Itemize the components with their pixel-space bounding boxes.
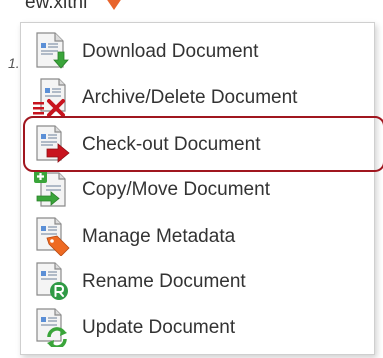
menu-item-label: Archive/Delete Document	[82, 87, 298, 108]
menu-item-check-out-document[interactable]: Check-out Document	[21, 121, 374, 167]
rename-document-icon	[36, 262, 68, 300]
update-document-icon	[36, 308, 67, 347]
download-document-icon	[36, 32, 69, 69]
screen: ew.xithi 1. Download Document Archive/De…	[0, 0, 383, 358]
archive-delete-document-icon	[33, 78, 66, 117]
dropdown-trigger-icon[interactable]	[97, 0, 131, 12]
document-actions-menu: Download Document Archive/Delete Documen…	[20, 22, 383, 355]
menu-item-label: Check-out Document	[82, 134, 261, 155]
menu-item-archive-delete-document[interactable]: Archive/Delete Document	[21, 74, 374, 120]
manage-metadata-icon	[36, 217, 70, 256]
menu-item-update-document[interactable]: Update Document	[21, 304, 374, 350]
menu-item-manage-metadata[interactable]: Manage Metadata	[21, 213, 374, 259]
menu-item-download-document[interactable]: Download Document	[21, 28, 374, 74]
background-row-mark: 1.	[8, 55, 20, 71]
menu-item-copy-move-document[interactable]: Copy/Move Document	[21, 166, 374, 212]
menu-item-label: Rename Document	[82, 271, 246, 292]
check-out-document-icon	[36, 125, 70, 163]
menu-item-label: Download Document	[82, 41, 259, 62]
menu-item-label: Update Document	[82, 317, 236, 338]
menu-item-label: Manage Metadata	[82, 226, 236, 247]
background-filename: ew.xithi	[25, 0, 88, 13]
copy-move-document-icon	[34, 170, 66, 207]
menu-item-label: Copy/Move Document	[82, 179, 270, 200]
menu-item-rename-document[interactable]: Rename Document	[21, 258, 374, 304]
